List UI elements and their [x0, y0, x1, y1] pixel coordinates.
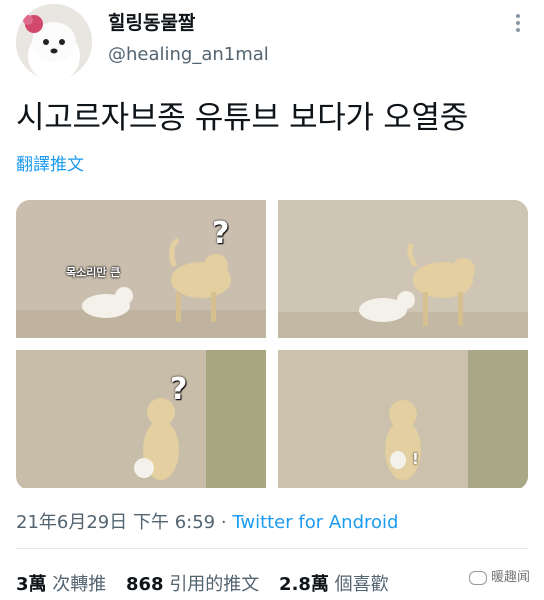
tweet-meta: 21年6月29日 下午 6:59 · Twitter for Android — [16, 508, 398, 534]
media-photo-1[interactable]: 목소리만 큰 ? — [16, 200, 266, 338]
dog-avatar-image — [16, 4, 92, 80]
photo-1-caption: 목소리만 큰 — [66, 266, 121, 279]
source-link[interactable]: Twitter for Android — [232, 512, 398, 533]
display-name[interactable]: 힐링동물짤 — [108, 8, 195, 35]
avatar[interactable] — [16, 4, 92, 80]
quotes-label: 引用的推文 — [169, 574, 260, 595]
engagement-stats: 3萬 次轉推 868 引用的推文 2.8萬 個喜歡 — [16, 570, 403, 596]
media-photo-3[interactable]: ? — [16, 350, 266, 488]
likes-count: 2.8萬 — [279, 574, 329, 595]
question-mark-overlay: ? — [212, 216, 230, 251]
meta-separator: · — [220, 512, 227, 533]
wechat-icon — [468, 570, 487, 585]
quotes-stat[interactable]: 868 引用的推文 — [126, 574, 259, 595]
likes-label: 個喜歡 — [334, 574, 389, 595]
translate-tweet-link[interactable]: 翻譯推文 — [16, 150, 84, 175]
likes-stat[interactable]: 2.8萬 個喜歡 — [279, 574, 389, 595]
media-photo-4[interactable]: ! — [278, 350, 528, 488]
tweet-text: 시고르자브종 유튜브 보다가 오열중 — [16, 100, 468, 136]
more-options-icon[interactable] — [510, 12, 526, 34]
watermark: 暖趣闻 — [468, 566, 530, 585]
quotes-count: 868 — [126, 574, 164, 595]
media-photo-2[interactable] — [278, 200, 528, 338]
retweets-label: 次轉推 — [52, 574, 107, 595]
timestamp[interactable]: 21年6月29日 下午 6:59 — [16, 512, 215, 533]
exclamation-mark-overlay: ! — [412, 450, 419, 468]
photo-4-image — [278, 350, 528, 488]
retweets-count: 3萬 — [16, 574, 47, 595]
divider — [16, 548, 528, 549]
media-grid[interactable]: 목소리만 큰 ? ? ! — [16, 200, 528, 490]
photo-3-image — [16, 350, 266, 488]
user-handle[interactable]: @healing_an1mal — [108, 44, 269, 65]
question-mark-overlay: ? — [170, 372, 188, 407]
photo-2-image — [278, 200, 528, 338]
retweets-stat[interactable]: 3萬 次轉推 — [16, 574, 106, 595]
watermark-text: 暖趣闻 — [490, 570, 530, 585]
